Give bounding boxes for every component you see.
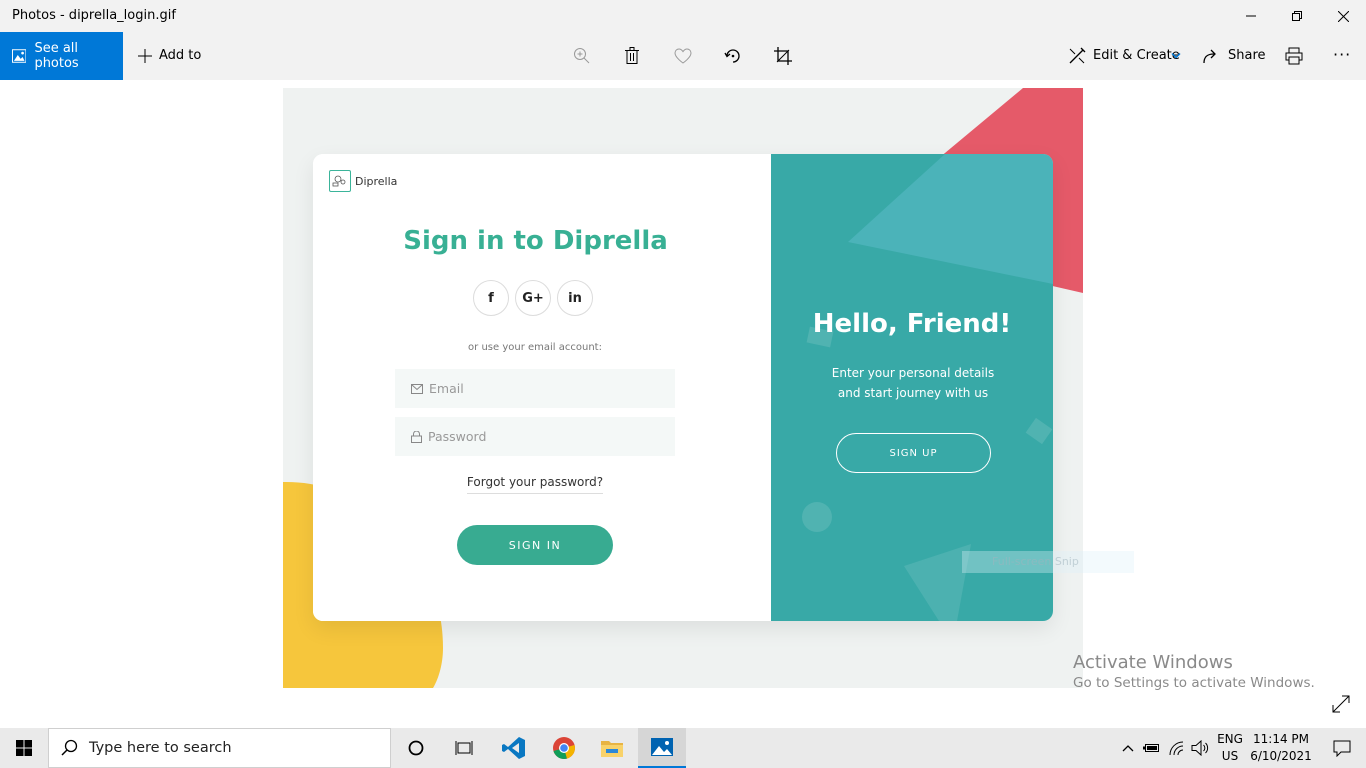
restore-icon <box>1292 11 1302 21</box>
brand-name: Diprella <box>355 175 398 188</box>
hello-line2: and start journey with us <box>837 386 989 400</box>
chrome-taskbar-button[interactable] <box>540 728 588 768</box>
file-explorer-taskbar-button[interactable] <box>588 728 636 768</box>
login-card: Diprella Sign in to Diprella f G+ in or … <box>313 154 1053 621</box>
print-button[interactable] <box>1282 44 1306 68</box>
watermark-line2: Go to Settings to activate Windows. <box>1073 675 1315 691</box>
action-center-button[interactable] <box>1318 728 1366 768</box>
email-placeholder: Email <box>429 381 464 396</box>
lock-icon <box>411 430 422 443</box>
sign-in-button[interactable]: SIGN IN <box>457 525 613 565</box>
crop-button[interactable] <box>771 44 795 68</box>
linkedin-button[interactable]: in <box>557 280 593 316</box>
crop-icon <box>774 47 792 65</box>
toolbar: See all photos Add to Edit & Create Shar… <box>0 32 1366 80</box>
expand-icon <box>1332 695 1350 713</box>
chevron-up-icon <box>1122 745 1134 752</box>
password-field[interactable]: Password <box>395 417 675 456</box>
delete-button[interactable] <box>620 44 644 68</box>
volume-icon[interactable] <box>1189 728 1211 768</box>
plus-icon <box>138 49 152 63</box>
or-email-text: or use your email account: <box>468 342 602 353</box>
rotate-icon <box>724 49 740 63</box>
start-button[interactable] <box>0 728 48 768</box>
more-options-button[interactable]: ··· <box>1333 45 1351 64</box>
edit-create-icon-wrap[interactable] <box>1065 44 1089 68</box>
vscode-taskbar-button[interactable] <box>490 728 538 768</box>
diprella-logo-icon <box>329 170 351 192</box>
heart-icon <box>674 48 692 64</box>
rotate-button[interactable] <box>721 44 745 68</box>
title-bar: Photos - diprella_login.gif <box>0 0 1366 32</box>
search-placeholder: Type here to search <box>89 740 232 756</box>
hello-line1: Enter your personal details <box>831 366 995 380</box>
see-all-label: See all photos <box>34 41 79 71</box>
mail-icon <box>411 383 423 394</box>
printer-icon <box>1285 47 1303 65</box>
zoom-button[interactable] <box>570 44 594 68</box>
cortana-icon <box>408 740 424 756</box>
favorite-button[interactable] <box>671 44 695 68</box>
clock-time[interactable]: 11:14 PM <box>1248 732 1314 746</box>
chrome-icon <box>553 737 575 759</box>
add-to-button[interactable] <box>133 44 157 68</box>
facebook-button[interactable]: f <box>473 280 509 316</box>
chevron-down-icon[interactable] <box>1164 44 1188 68</box>
photos-taskbar-button[interactable] <box>638 728 686 768</box>
zoom-icon <box>574 48 590 64</box>
input-language[interactable]: ENG <box>1214 732 1246 746</box>
image-canvas: Diprella Sign in to Diprella f G+ in or … <box>283 88 1083 688</box>
folder-icon <box>601 741 623 757</box>
photos-icon <box>12 49 27 63</box>
trash-icon <box>625 47 639 64</box>
sign-in-heading: Sign in to Diprella <box>403 226 668 256</box>
taskbar-search-box[interactable]: Type here to search <box>48 728 391 768</box>
windows-icon <box>16 740 32 756</box>
close-icon <box>1337 10 1349 22</box>
window-title: Photos - diprella_login.gif <box>12 8 176 23</box>
edit-create-icon <box>1069 47 1086 64</box>
battery-icon[interactable] <box>1141 728 1163 768</box>
hello-heading: Hello, Friend! <box>812 309 1012 339</box>
minimize-icon <box>1246 15 1256 17</box>
network-icon[interactable] <box>1166 728 1188 768</box>
forgot-password-link[interactable]: Forgot your password? <box>313 475 757 494</box>
task-view-button[interactable] <box>440 728 488 768</box>
search-icon <box>61 739 78 756</box>
google-plus-button[interactable]: G+ <box>515 280 551 316</box>
vscode-icon <box>502 737 525 759</box>
photos-app-icon <box>651 738 673 756</box>
password-placeholder: Password <box>428 429 487 444</box>
notification-icon <box>1333 740 1351 757</box>
close-button[interactable] <box>1320 0 1366 32</box>
restore-button[interactable] <box>1274 0 1320 32</box>
clock-date[interactable]: 6/10/2021 <box>1248 749 1314 763</box>
activate-windows-watermark: Activate Windows Go to Settings to activ… <box>1073 652 1315 691</box>
watermark-line1: Activate Windows <box>1073 652 1233 673</box>
snip-tooltip: Full-screen Snip <box>962 551 1134 573</box>
share-icon[interactable] <box>1199 44 1223 68</box>
cortana-button[interactable] <box>392 728 440 768</box>
taskbar: Type here to search ENG US 11:14 PM 6/10… <box>0 728 1366 768</box>
add-to-label[interactable]: Add to <box>159 48 201 63</box>
fullscreen-button[interactable] <box>1331 694 1351 719</box>
share-button[interactable]: Share <box>1228 48 1266 63</box>
sign-up-button[interactable]: SIGN UP <box>836 433 991 473</box>
task-view-icon <box>455 741 473 755</box>
input-region[interactable]: US <box>1214 749 1246 763</box>
show-hidden-icons-button[interactable] <box>1117 728 1139 768</box>
email-field[interactable]: Email <box>395 369 675 408</box>
minimize-button[interactable] <box>1228 0 1274 32</box>
see-all-photos-button[interactable]: See all photos <box>0 32 123 80</box>
sign-in-panel: Diprella Sign in to Diprella f G+ in or … <box>313 154 771 621</box>
